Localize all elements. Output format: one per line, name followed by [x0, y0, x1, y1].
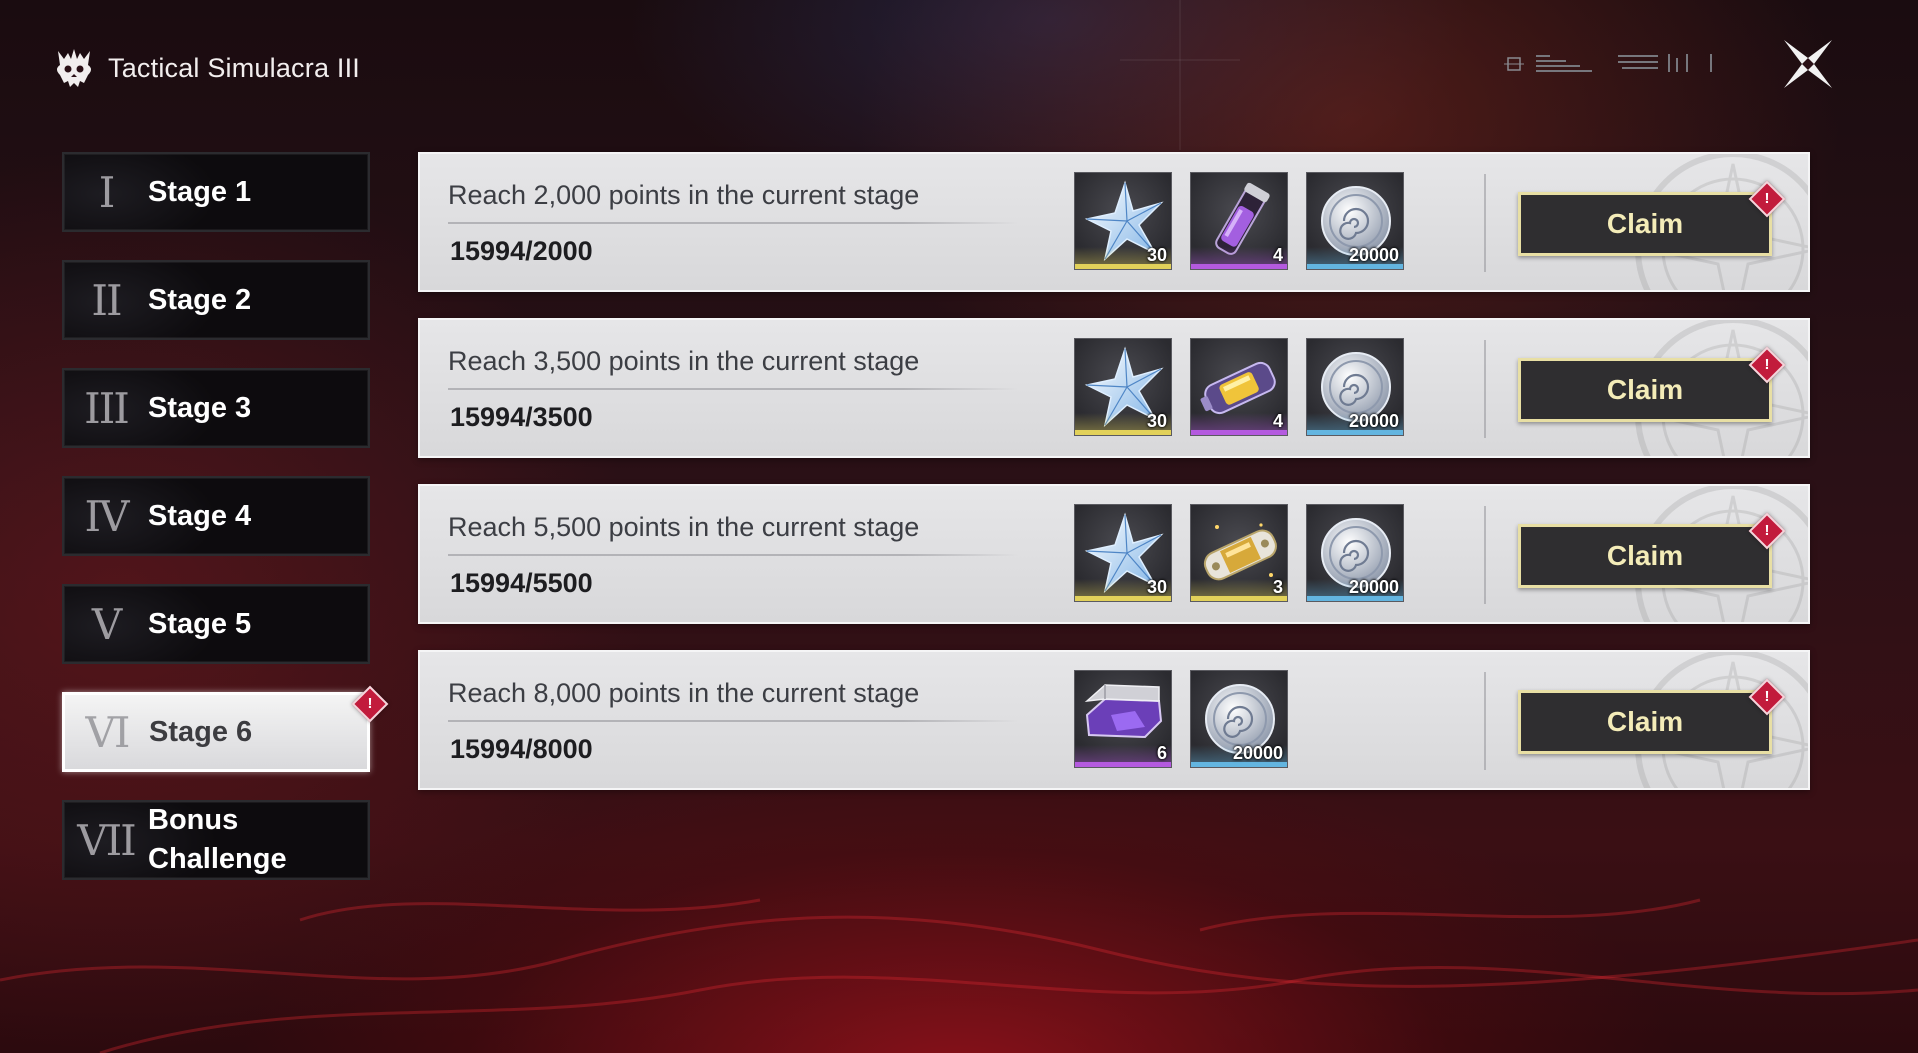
- sidebar-item-stage-1[interactable]: I Stage 1: [62, 152, 370, 232]
- reward-item[interactable]: 4: [1190, 172, 1288, 270]
- header: Tactical Simulacra III: [54, 46, 360, 90]
- claim-button[interactable]: Claim: [1518, 358, 1772, 422]
- reward-quantity: 20000: [1348, 577, 1399, 597]
- reward-item[interactable]: 20000: [1306, 504, 1404, 602]
- reward-item[interactable]: 20000: [1190, 670, 1288, 768]
- roman-numeral: IV: [84, 491, 130, 541]
- reward-item[interactable]: 4: [1190, 338, 1288, 436]
- sidebar-item-stage-4[interactable]: IV Stage 4: [62, 476, 370, 556]
- mission-row: Reach 2,000 points in the current stage 1…: [418, 152, 1810, 292]
- badge-text: !: [1764, 522, 1770, 539]
- reward-item[interactable]: 20000: [1306, 172, 1404, 270]
- roman-numeral: I: [98, 167, 116, 217]
- close-x-icon[interactable]: [1780, 36, 1836, 92]
- sidebar-item-stage-6[interactable]: VI Stage 6 !: [62, 685, 389, 772]
- claim-button-label: Claim: [1606, 374, 1684, 405]
- divider: [448, 554, 1018, 556]
- mission-progress: 15994/2000: [450, 236, 593, 266]
- badge-text: !: [1764, 356, 1770, 373]
- reward-list: 30 4 20000: [1074, 172, 1404, 270]
- stage-label: Stage 3: [148, 391, 252, 424]
- divider: [448, 388, 1018, 390]
- demon-skull-icon: [57, 49, 91, 87]
- reward-quantity: 4: [1272, 245, 1283, 265]
- badge-text: !: [1764, 688, 1770, 705]
- hud-decoration: [1504, 54, 1712, 72]
- mission-progress: 15994/3500: [450, 402, 593, 432]
- reward-quantity: 20000: [1348, 245, 1399, 265]
- mission-row: Reach 5,500 points in the current stage 1…: [418, 484, 1810, 624]
- divider: [1484, 174, 1486, 272]
- reward-quantity: 30: [1146, 411, 1167, 431]
- mission-description: Reach 2,000 points in the current stage: [448, 180, 920, 210]
- divider: [1484, 672, 1486, 770]
- reward-item[interactable]: 6: [1074, 670, 1172, 768]
- roman-numeral: V: [91, 599, 122, 649]
- reward-list: 30 4 20000: [1074, 338, 1404, 436]
- stage-label: Stage 5: [148, 607, 252, 640]
- reward-list: 30 3 20000: [1074, 504, 1404, 602]
- page-title: Tactical Simulacra III: [108, 52, 360, 83]
- claim-button[interactable]: Claim: [1518, 192, 1772, 256]
- mission-progress: 15994/8000: [450, 734, 593, 764]
- claim-button[interactable]: Claim: [1518, 524, 1772, 588]
- alert-badge-icon: !: [351, 685, 389, 723]
- reward-item[interactable]: 30: [1074, 172, 1172, 270]
- reward-quantity: 30: [1146, 245, 1167, 265]
- roman-numeral: VII: [77, 815, 137, 865]
- mission-row: Reach 8,000 points in the current stage 1…: [418, 650, 1810, 790]
- sidebar-item-stage-3[interactable]: III Stage 3: [62, 368, 370, 448]
- stage-label: Stage 1: [148, 175, 252, 208]
- mission-progress: 15994/5500: [450, 568, 593, 598]
- sidebar-item-stage-5[interactable]: V Stage 5: [62, 584, 370, 664]
- divider: [1484, 340, 1486, 438]
- reward-quantity: 6: [1156, 743, 1167, 763]
- claim-button-label: Claim: [1606, 208, 1684, 239]
- claim-button-label: Claim: [1606, 540, 1684, 571]
- reward-quantity: 4: [1272, 411, 1283, 431]
- divider: [448, 222, 1018, 224]
- divider: [448, 720, 1018, 722]
- stage-label: Bonus Challenge: [148, 804, 287, 875]
- reward-quantity: 20000: [1232, 743, 1283, 763]
- sidebar-item-stage-2[interactable]: II Stage 2: [62, 260, 370, 340]
- reward-item[interactable]: 30: [1074, 504, 1172, 602]
- sidebar-item-bonus-challenge[interactable]: VII Bonus Challenge: [62, 800, 370, 880]
- claim-button[interactable]: Claim: [1518, 690, 1772, 754]
- roman-numeral: VI: [85, 707, 131, 757]
- mission-description: Reach 8,000 points in the current stage: [448, 678, 920, 708]
- stage-label: Stage 6: [149, 715, 253, 748]
- mission-row: Reach 3,500 points in the current stage 1…: [418, 318, 1810, 458]
- mission-description: Reach 3,500 points in the current stage: [448, 346, 920, 376]
- reward-quantity: 3: [1272, 577, 1283, 597]
- reward-item[interactable]: 20000: [1306, 338, 1404, 436]
- stage-label: Stage 4: [148, 499, 252, 532]
- reward-item[interactable]: 30: [1074, 338, 1172, 436]
- badge-text: !: [1764, 190, 1770, 207]
- reward-item[interactable]: 3: [1190, 504, 1288, 602]
- reward-quantity: 20000: [1348, 411, 1399, 431]
- divider: [1484, 506, 1486, 604]
- mission-description: Reach 5,500 points in the current stage: [448, 512, 920, 542]
- reward-quantity: 30: [1146, 577, 1167, 597]
- roman-numeral: II: [91, 275, 122, 325]
- reward-list: 6 20000: [1074, 670, 1288, 768]
- stage-label: Stage 2: [148, 283, 252, 316]
- roman-numeral: III: [84, 383, 130, 433]
- claim-button-label: Claim: [1606, 706, 1684, 737]
